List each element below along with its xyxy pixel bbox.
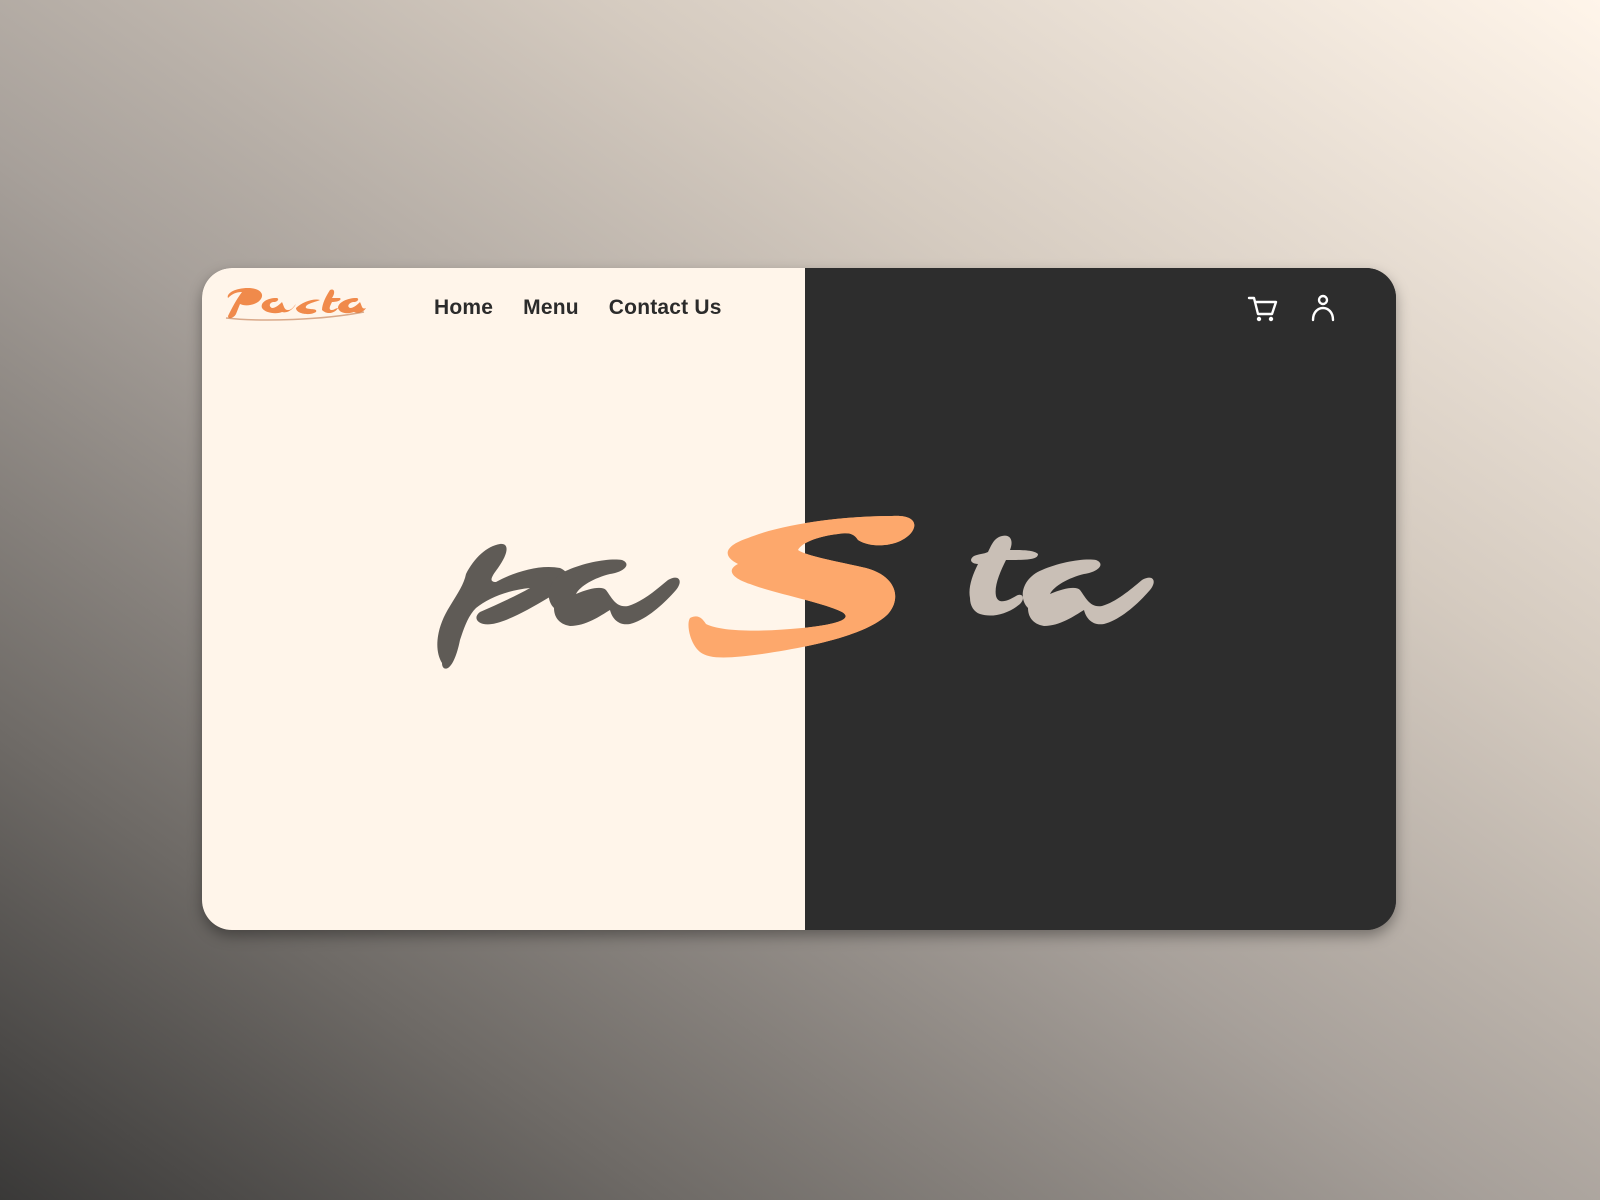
main-nav: Home Menu Contact Us	[434, 296, 722, 320]
nav-contact-us[interactable]: Contact Us	[609, 296, 722, 320]
nav-menu[interactable]: Menu	[523, 296, 579, 320]
logo-wordmark	[225, 288, 366, 321]
cart-icon	[1247, 296, 1278, 322]
nav-home[interactable]: Home	[434, 296, 493, 320]
left-panel	[202, 268, 805, 930]
right-panel	[805, 268, 1396, 930]
landing-card: Home Menu Contact Us	[202, 268, 1396, 930]
brand-logo[interactable]	[222, 282, 367, 322]
cart-button[interactable]	[1246, 292, 1280, 326]
account-button[interactable]	[1306, 292, 1340, 326]
user-icon	[1311, 294, 1335, 322]
